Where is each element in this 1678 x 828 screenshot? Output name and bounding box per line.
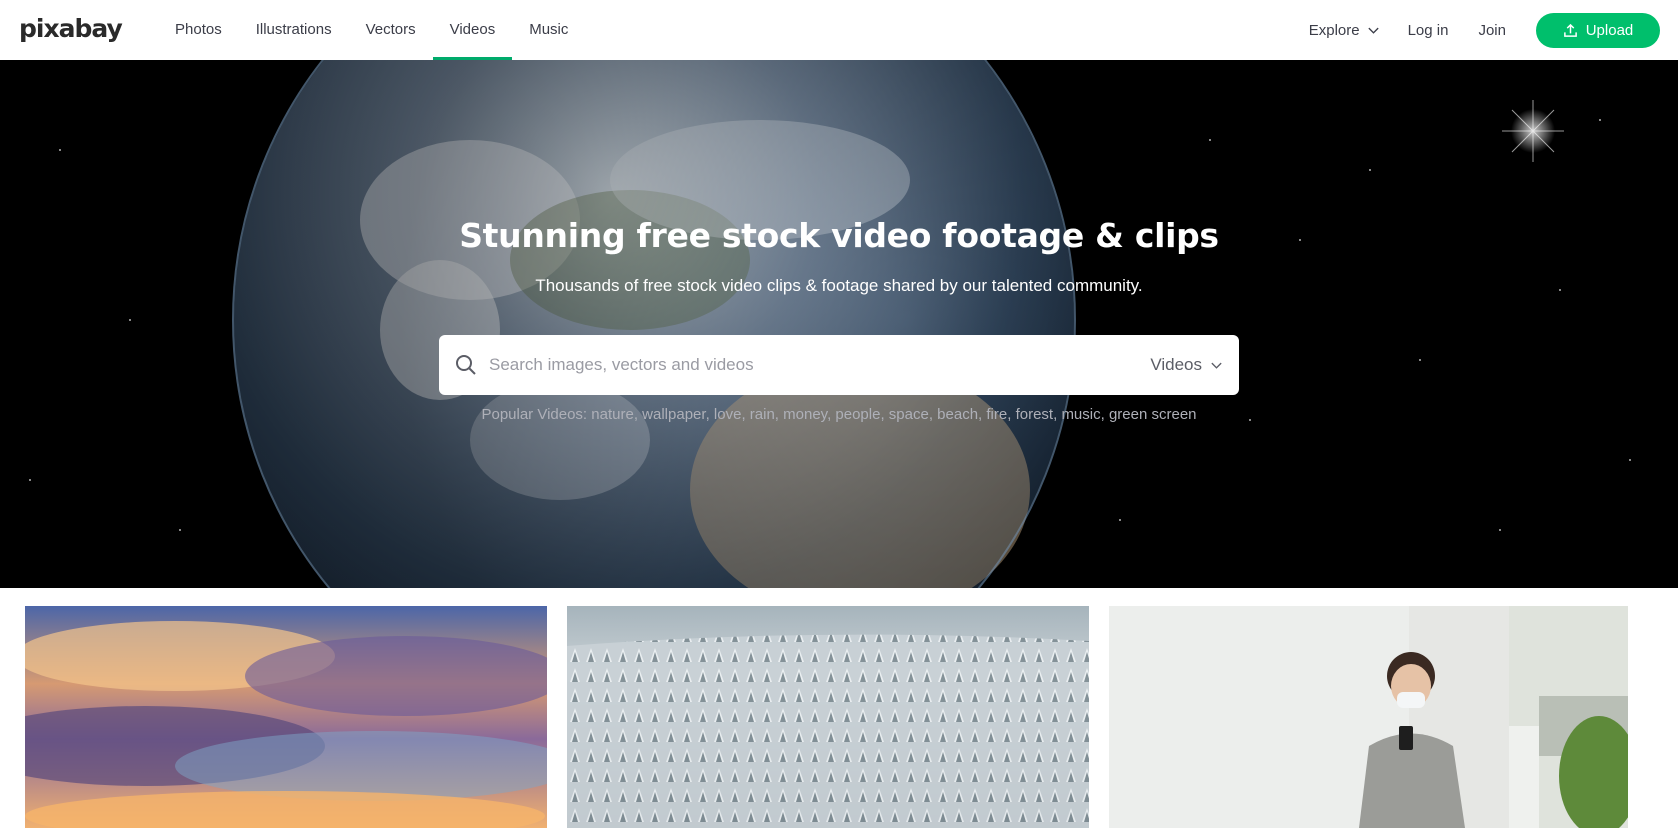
earth-background-image	[0, 60, 1678, 588]
tag-music[interactable]: music	[1061, 406, 1100, 423]
nav-vectors[interactable]: Vectors	[349, 0, 433, 60]
login-link[interactable]: Log in	[1408, 22, 1449, 39]
sunset-clouds-image	[25, 606, 547, 828]
search-icon[interactable]	[454, 353, 478, 377]
search-bar: Videos	[439, 335, 1239, 395]
hero-title: Stunning free stock video footage & clip…	[459, 216, 1219, 255]
tag-wallpaper[interactable]: wallpaper	[642, 406, 705, 423]
upload-button[interactable]: Upload	[1536, 12, 1660, 48]
pixabay-logo[interactable]: pixabay	[19, 14, 123, 43]
tag-forest[interactable]: forest	[1016, 406, 1054, 423]
video-thumbnail-woman-phone[interactable]	[1109, 606, 1628, 828]
chevron-down-icon	[1367, 27, 1379, 34]
hero-banner: Stunning free stock video footage & clip…	[0, 60, 1678, 588]
site-header: pixabay Photos Illustrations Vectors Vid…	[0, 0, 1678, 60]
tag-love[interactable]: love	[714, 406, 742, 423]
woman-with-phone-image	[1109, 606, 1628, 828]
tag-money[interactable]: money	[783, 406, 827, 423]
explore-menu[interactable]: Explore	[1309, 22, 1380, 39]
search-input[interactable]	[489, 335, 1109, 395]
join-link[interactable]: Join	[1478, 22, 1506, 39]
chevron-down-icon	[1211, 362, 1222, 369]
nav-photos[interactable]: Photos	[158, 0, 239, 60]
search-type-dropdown[interactable]: Videos	[1150, 335, 1223, 395]
tag-beach[interactable]: beach	[937, 406, 978, 423]
main-nav: Photos Illustrations Vectors Videos Musi…	[158, 0, 585, 60]
right-nav: Explore Log in Join Upload	[1309, 0, 1678, 60]
video-thumbnail-sunset[interactable]	[25, 606, 547, 828]
search-type-label: Videos	[1150, 355, 1202, 374]
tag-rain[interactable]: rain	[750, 406, 775, 423]
explore-label: Explore	[1308, 21, 1360, 39]
video-thumbnail-snowy-forest[interactable]	[567, 606, 1089, 828]
tag-fire[interactable]: fire	[986, 406, 1007, 423]
nav-videos[interactable]: Videos	[432, 0, 513, 60]
tag-green-screen[interactable]: green screen	[1109, 406, 1197, 423]
popular-tags: Popular Videos: nature, wallpaper, love,…	[481, 406, 1197, 423]
nav-music[interactable]: Music	[512, 0, 585, 60]
popular-label: Popular Videos:	[481, 406, 588, 423]
upload-icon	[1563, 23, 1577, 37]
tag-nature[interactable]: nature	[591, 406, 634, 423]
nav-illustrations[interactable]: Illustrations	[239, 0, 349, 60]
hero-subtitle: Thousands of free stock video clips & fo…	[535, 276, 1143, 295]
tag-people[interactable]: people	[835, 406, 880, 423]
snowy-forest-image	[567, 606, 1089, 828]
tag-space[interactable]: space	[889, 406, 929, 423]
upload-label: Upload	[1585, 21, 1634, 39]
